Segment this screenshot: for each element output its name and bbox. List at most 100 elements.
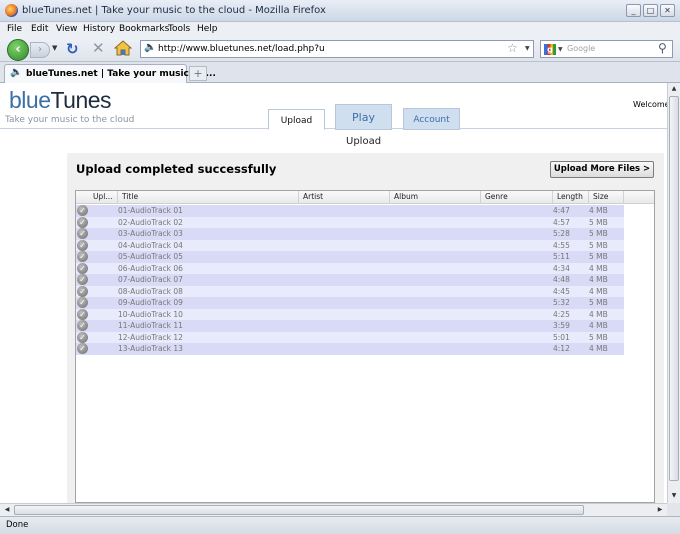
track-length: 5:11 — [553, 252, 570, 261]
search-box[interactable]: g ▼ Google ⚲ — [540, 40, 673, 58]
track-length: 5:28 — [553, 229, 570, 238]
scroll-right-arrow-icon[interactable]: ▶ — [654, 504, 666, 516]
table-row[interactable]: ✓ 11-AudioTrack 11 3:59 4 MB — [76, 320, 624, 332]
engine-dropdown-icon[interactable]: ▼ — [558, 46, 563, 53]
history-dropdown-icon[interactable]: ▼ — [52, 44, 57, 52]
track-length: 4:48 — [553, 275, 570, 284]
scrollbar-corner — [667, 503, 680, 516]
table-row[interactable]: ✓ 04-AudioTrack 04 4:55 5 MB — [76, 239, 624, 251]
col-genre[interactable]: Genre — [481, 191, 553, 204]
scroll-down-arrow-icon[interactable]: ▼ — [668, 490, 680, 502]
nav-divider — [0, 128, 667, 129]
track-title: 11-AudioTrack 11 — [118, 321, 183, 330]
back-arrow-icon[interactable]: ‹ — [7, 39, 29, 61]
track-length: 4:47 — [553, 206, 570, 215]
track-length: 4:45 — [553, 286, 570, 296]
track-size: 5 MB — [589, 217, 608, 227]
menu-history[interactable]: History — [83, 24, 115, 34]
menu-tools[interactable]: Tools — [168, 24, 190, 34]
table-row[interactable]: ✓ 12-AudioTrack 12 5:01 5 MB — [76, 331, 624, 343]
menu-edit[interactable]: Edit — [31, 24, 48, 34]
browser-tab[interactable]: 🔈 blueTunes.net | Take your music to ... — [4, 64, 216, 83]
uploaded-check-icon: ✓ — [77, 343, 88, 354]
col-length[interactable]: Length — [553, 191, 589, 204]
track-size: 4 MB — [589, 344, 608, 353]
uploaded-check-icon: ✓ — [77, 297, 88, 308]
track-title: 06-AudioTrack 06 — [118, 263, 183, 273]
col-size[interactable]: Size — [589, 191, 624, 204]
site-identity-icon[interactable]: 🔈 — [144, 42, 156, 53]
close-button[interactable]: ✕ — [660, 4, 675, 17]
col-uploaded[interactable]: Upl... — [89, 191, 118, 204]
table-row[interactable]: ✓ 06-AudioTrack 06 4:34 4 MB — [76, 262, 624, 274]
track-length: 5:32 — [553, 298, 570, 307]
tab-play[interactable]: Play — [335, 104, 392, 130]
tab-label: blueTunes.net | Take your music to ... — [26, 69, 216, 79]
table-row[interactable]: ✓ 01-AudioTrack 01 4:47 4 MB — [76, 205, 624, 217]
col-title[interactable]: Title — [118, 191, 299, 204]
table-row[interactable]: ✓ 13-AudioTrack 13 4:12 4 MB — [76, 343, 624, 355]
uploaded-check-icon: ✓ — [77, 251, 88, 262]
track-size: 5 MB — [589, 252, 608, 261]
track-title: 03-AudioTrack 03 — [118, 229, 183, 238]
menu-bar: File Edit View History Bookmarks Tools H… — [0, 22, 680, 37]
uploaded-check-icon: ✓ — [77, 228, 88, 239]
table-row[interactable]: ✓ 07-AudioTrack 07 4:48 4 MB — [76, 274, 624, 286]
search-placeholder[interactable]: Google — [567, 44, 595, 53]
url-text[interactable]: http://www.bluetunes.net/load.php?u — [158, 44, 325, 54]
table-row[interactable]: ✓ 02-AudioTrack 02 4:57 5 MB — [76, 216, 624, 228]
track-length: 4:34 — [553, 263, 570, 273]
track-title: 09-AudioTrack 09 — [118, 298, 183, 307]
uploaded-check-icon: ✓ — [77, 239, 88, 251]
tab-account[interactable]: Account — [403, 108, 460, 130]
track-title: 01-AudioTrack 01 — [118, 206, 183, 215]
menu-help[interactable]: Help — [197, 24, 218, 34]
horizontal-scroll-thumb[interactable] — [14, 505, 584, 515]
site-logo[interactable]: blueTunes — [9, 87, 112, 114]
menu-bookmarks[interactable]: Bookmarks — [119, 24, 169, 34]
table-row[interactable]: ✓ 08-AudioTrack 08 4:45 4 MB — [76, 285, 624, 297]
table-row[interactable]: ✓ 09-AudioTrack 09 5:32 5 MB — [76, 297, 624, 309]
reload-icon[interactable]: ↻ — [66, 40, 79, 58]
menu-view[interactable]: View — [56, 24, 77, 34]
home-icon[interactable] — [113, 40, 133, 56]
firefox-icon — [5, 4, 18, 17]
track-title: 05-AudioTrack 05 — [118, 252, 183, 261]
new-tab-button[interactable]: + — [189, 66, 207, 81]
uploaded-check-icon: ✓ — [77, 308, 88, 320]
table-row[interactable]: ✓ 03-AudioTrack 03 5:28 5 MB — [76, 228, 624, 240]
stop-icon[interactable]: ✕ — [92, 39, 105, 57]
track-title: 12-AudioTrack 12 — [118, 332, 183, 342]
table-row[interactable]: ✓ 10-AudioTrack 10 4:25 4 MB — [76, 308, 624, 320]
track-size: 4 MB — [589, 321, 608, 330]
address-bar[interactable]: 🔈 http://www.bluetunes.net/load.php?u ☆ … — [140, 40, 534, 58]
table-row[interactable]: ✓ 05-AudioTrack 05 5:11 5 MB — [76, 251, 624, 263]
google-engine-icon[interactable]: g — [544, 44, 556, 55]
uploaded-check-icon: ✓ — [77, 285, 88, 297]
status-text: Done — [6, 520, 29, 530]
scroll-left-arrow-icon[interactable]: ◀ — [1, 504, 13, 516]
forward-arrow-icon[interactable]: › — [30, 42, 50, 58]
col-artist[interactable]: Artist — [299, 191, 390, 204]
minimize-button[interactable]: _ — [626, 4, 641, 17]
scroll-up-arrow-icon[interactable]: ▲ — [668, 83, 680, 95]
track-title: 13-AudioTrack 13 — [118, 344, 183, 353]
track-title: 04-AudioTrack 04 — [118, 240, 183, 250]
maximize-button[interactable]: □ — [643, 4, 658, 17]
speaker-favicon-icon: 🔈 — [10, 67, 23, 78]
vertical-scrollbar[interactable]: ▲ ▼ — [667, 83, 680, 503]
col-album[interactable]: Album — [390, 191, 481, 204]
track-size: 5 MB — [589, 240, 608, 250]
track-length: 4:57 — [553, 217, 570, 227]
menu-file[interactable]: File — [7, 24, 22, 34]
tab-upload[interactable]: Upload — [268, 109, 325, 130]
horizontal-scrollbar[interactable]: ◀ ▶ — [0, 503, 667, 516]
track-size: 5 MB — [589, 332, 608, 342]
track-size: 4 MB — [589, 263, 608, 273]
url-dropdown-icon[interactable]: ▼ — [525, 45, 530, 52]
section-title: Upload — [346, 136, 382, 147]
bookmark-star-icon[interactable]: ☆ — [507, 41, 518, 55]
search-icon[interactable]: ⚲ — [658, 41, 667, 55]
vertical-scroll-thumb[interactable] — [669, 96, 679, 481]
upload-more-files-button[interactable]: Upload More Files > — [550, 161, 654, 178]
